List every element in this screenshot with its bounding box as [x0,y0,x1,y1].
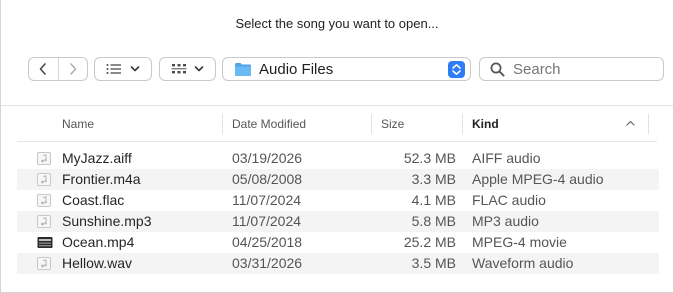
history-nav [28,57,88,81]
file-size: 3.3 MB [411,171,456,187]
search-field[interactable] [479,57,664,81]
back-button[interactable] [29,58,58,80]
file-date: 05/08/2008 [232,171,303,187]
chevron-right-icon [69,63,77,75]
location-stepper[interactable] [448,61,465,78]
column-headers: Name Date Modified Size Kind [1,112,673,136]
file-date: 04/25/2018 [232,234,303,250]
toolbar-divider [1,105,673,106]
column-divider[interactable] [371,114,372,134]
grid-view-icon [171,63,187,73]
file-row[interactable]: Sunshine.mp3 11/07/2024 5.8 MB MP3 audio [17,211,659,232]
file-row[interactable]: Coast.flac 11/07/2024 4.1 MB FLAC audio [17,190,659,211]
file-row[interactable]: Frontier.m4a 05/08/2008 3.3 MB Apple MPEG-4… [17,169,659,190]
file-kind: FLAC audio [472,192,546,208]
file-date: 03/19/2026 [232,150,303,166]
file-size: 25.2 MB [403,234,456,250]
file-name: Hellow.wav [62,255,133,271]
file-kind: MPEG-4 movie [472,234,567,250]
audio-file-icon [37,152,51,165]
list-view-icon [106,64,121,74]
file-date: 11/07/2024 [232,213,302,229]
dialog-title: Select the song you want to open... [235,16,439,31]
file-name: Sunshine.mp3 [62,213,152,229]
audio-file-icon [37,257,51,270]
file-date: 11/07/2024 [232,192,302,208]
forward-button[interactable] [59,58,88,80]
file-name: MyJazz.aiff [62,150,132,166]
file-kind: MP3 audio [472,213,539,229]
file-name: Coast.flac [62,192,125,208]
header-divider [17,141,657,142]
up-down-chevron-icon [452,64,461,75]
toolbar: Audio Files [1,57,673,83]
location-popup[interactable]: Audio Files [222,57,471,81]
file-list: MyJazz.aiff 03/19/2026 52.3 MB AIFF audio Fr… [17,148,659,274]
file-size: 4.1 MB [411,192,456,208]
column-divider[interactable] [222,114,223,134]
file-size: 52.3 MB [403,150,456,166]
column-divider[interactable] [462,114,463,134]
audio-file-icon [37,194,51,207]
folder-icon [235,63,251,76]
file-name: Ocean.mp4 [62,234,135,250]
column-header-date[interactable]: Date Modified [232,117,306,131]
open-file-dialog: Select the song you want to open... Audi… [0,0,674,293]
movie-file-icon [37,236,53,249]
chevron-down-icon [194,66,204,72]
audio-file-icon [37,215,51,228]
file-row[interactable]: MyJazz.aiff 03/19/2026 52.3 MB AIFF audio [17,148,659,169]
column-header-name[interactable]: Name [62,117,94,131]
file-kind: AIFF audio [472,150,541,166]
column-divider[interactable] [648,114,649,134]
file-name: Frontier.m4a [62,171,141,187]
search-icon [490,62,505,77]
chevron-left-icon [39,63,47,75]
sort-ascending-icon [626,120,635,126]
column-header-size[interactable]: Size [381,117,404,131]
list-view-button[interactable] [94,57,152,81]
chevron-down-icon [130,66,140,72]
group-view-button[interactable] [159,57,216,81]
file-kind: Waveform audio [472,255,574,271]
location-label: Audio Files [259,61,334,78]
file-date: 03/31/2026 [232,255,303,271]
file-row[interactable]: Ocean.mp4 04/25/2018 25.2 MB MPEG-4 movie [17,232,659,253]
column-header-kind[interactable]: Kind [472,117,499,131]
search-input[interactable] [513,61,653,78]
audio-file-icon [37,173,51,186]
file-size: 3.5 MB [411,255,456,271]
file-size: 5.8 MB [411,213,456,229]
file-row[interactable]: Hellow.wav 03/31/2026 3.5 MB Waveform audio [17,253,659,274]
file-kind: Apple MPEG-4 audio [472,171,604,187]
